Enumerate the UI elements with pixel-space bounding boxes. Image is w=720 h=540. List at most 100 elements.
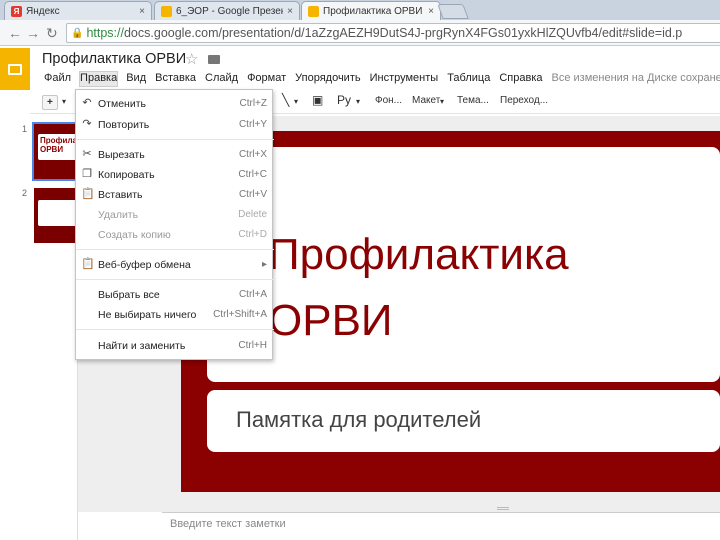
font-style-button[interactable]: Ру: [337, 93, 351, 107]
menu-divider: [76, 329, 274, 330]
menu-insert[interactable]: Вставка: [155, 72, 196, 86]
forward-arrow-icon[interactable]: →: [26, 25, 40, 41]
menu-item-shortcut: Ctrl+Z: [239, 98, 268, 109]
tab-label: Профилактика ОРВИ - G: [323, 5, 424, 17]
menu-item-cut[interactable]: ✂ Вырезать Ctrl+X: [76, 147, 274, 163]
menu-file[interactable]: Файл: [44, 72, 71, 86]
close-icon[interactable]: ×: [287, 6, 293, 17]
menu-item-label: Не выбирать ничего: [98, 309, 197, 321]
menu-item-shortcut: Ctrl+A: [238, 289, 267, 300]
menu-item-label: Повторить: [98, 119, 150, 131]
paste-icon: 📋: [81, 188, 95, 200]
transition-button[interactable]: Переход...: [500, 95, 548, 106]
browser-tab-orvi[interactable]: Профилактика ОРВИ - G ×: [301, 1, 441, 20]
menu-edit[interactable]: Правка: [79, 71, 119, 87]
slide-number: 2: [22, 188, 28, 198]
thumbnail-title: [38, 200, 79, 226]
menu-item-label: Вырезать: [98, 149, 145, 161]
browser-tab-yandex[interactable]: Я Яндекс ×: [4, 1, 152, 20]
menu-item-label: Вставить: [98, 189, 143, 201]
slides-logo-icon[interactable]: [0, 48, 30, 90]
back-arrow-icon[interactable]: ←: [8, 25, 22, 41]
menu-tools[interactable]: Инструменты: [370, 72, 439, 86]
thumbnail-title: Профилактика ОРВИ: [38, 134, 79, 160]
web-clipboard-icon: 📋: [81, 258, 95, 270]
menu-item-shortcut: Ctrl+Shift+A: [213, 309, 267, 320]
folder-icon[interactable]: [208, 55, 220, 64]
comment-icon[interactable]: ▣: [312, 93, 323, 107]
menu-bar: Файл Правка Вид Вставка Слайд Формат Упо…: [44, 71, 720, 87]
menu-slide[interactable]: Слайд: [205, 72, 238, 86]
chevron-down-icon[interactable]: ▾: [356, 97, 360, 106]
chevron-down-icon[interactable]: ▾: [440, 97, 444, 106]
undo-icon: ↶: [82, 97, 92, 109]
browser-tab-strip: Я Яндекс × 6_ЭОР - Google Презента × Про…: [0, 0, 720, 20]
menu-item-copy[interactable]: ❐ Копировать Ctrl+C: [76, 167, 274, 183]
lock-icon: 🔒: [71, 27, 84, 39]
address-bar: ← → ↻ 🔒 https:// docs.google.com/present…: [0, 20, 720, 46]
menu-item-shortcut: Ctrl+C: [238, 169, 267, 180]
slides-favicon: [161, 5, 172, 17]
menu-item-label: Веб-буфер обмена: [98, 259, 191, 271]
url-scheme: https://: [86, 26, 124, 40]
menu-item-redo[interactable]: ↷ Повторить Ctrl+Y: [76, 117, 274, 133]
menu-item-shortcut: Delete: [238, 209, 267, 220]
slide-thumbnail-2[interactable]: [34, 188, 79, 243]
menu-item-label: Найти и заменить: [98, 340, 186, 352]
submenu-arrow-icon: ▸: [261, 259, 267, 270]
browser-tab-eor[interactable]: 6_ЭОР - Google Презента ×: [154, 1, 300, 20]
notes-resize-handle[interactable]: [497, 507, 509, 510]
url-text: docs.google.com/presentation/d/1aZzgAEZH…: [123, 26, 683, 40]
slide-title[interactable]: Профилактика ОРВИ: [268, 222, 569, 354]
menu-item-delete[interactable]: Удалить Delete: [76, 207, 274, 223]
menu-item-label: Отменить: [98, 98, 146, 110]
menu-item-duplicate[interactable]: Создать копию Ctrl+D: [76, 227, 274, 243]
tab-label: Яндекс: [26, 5, 60, 17]
document-title[interactable]: Профилактика ОРВИ: [42, 51, 186, 67]
theme-button[interactable]: Тема...: [457, 95, 489, 106]
menu-item-shortcut: Ctrl+D: [238, 229, 267, 240]
chevron-down-icon[interactable]: ▾: [294, 97, 298, 106]
close-icon[interactable]: ×: [428, 6, 434, 17]
menu-table[interactable]: Таблица: [447, 72, 490, 86]
add-slide-button[interactable]: +: [42, 95, 58, 110]
notes-placeholder: Введите текст заметки: [170, 518, 286, 530]
menu-item-label: Создать копию: [98, 229, 171, 241]
edit-menu-dropdown: ↶ Отменить Ctrl+Z ↷ Повторить Ctrl+Y ✂ В…: [75, 89, 274, 360]
menu-help[interactable]: Справка: [499, 72, 542, 86]
menu-item-shortcut: Ctrl+Y: [238, 119, 267, 130]
layout-button[interactable]: Макет: [412, 95, 440, 106]
speaker-notes[interactable]: Введите текст заметки: [162, 512, 720, 540]
menu-item-label: Выбрать все: [98, 289, 160, 301]
menu-item-shortcut: Ctrl+X: [238, 149, 267, 160]
menu-item-shortcut: Ctrl+H: [238, 340, 267, 351]
slides-favicon: [308, 5, 319, 17]
slide-filmstrip: 1 Профилактика ОРВИ 2: [0, 116, 81, 540]
menu-item-web-clipboard[interactable]: 📋 Веб-буфер обмена ▸: [76, 257, 274, 273]
menu-view[interactable]: Вид: [126, 72, 146, 86]
menu-format[interactable]: Формат: [247, 72, 286, 86]
menu-divider: [76, 139, 274, 140]
slide-thumbnail-1[interactable]: Профилактика ОРВИ: [32, 122, 81, 181]
menu-item-undo[interactable]: ↶ Отменить Ctrl+Z: [76, 96, 274, 112]
background-button[interactable]: Фон...: [375, 95, 402, 106]
chevron-down-icon[interactable]: ▾: [62, 97, 66, 106]
menu-item-select-none[interactable]: Не выбирать ничего Ctrl+Shift+A: [76, 307, 274, 323]
menu-item-find-replace[interactable]: Найти и заменить Ctrl+H: [76, 338, 274, 354]
slide-title-line: Профилактика: [268, 230, 569, 279]
reload-icon[interactable]: ↻: [46, 25, 58, 42]
slide-title-line: ОРВИ: [268, 296, 393, 345]
menu-item-label: Удалить: [98, 209, 139, 221]
menu-item-select-all[interactable]: Выбрать все Ctrl+A: [76, 287, 274, 303]
menu-divider: [76, 249, 274, 250]
url-input[interactable]: 🔒 https:// docs.google.com/presentation/…: [66, 23, 720, 43]
line-icon[interactable]: ╲: [282, 93, 289, 107]
save-status[interactable]: Все изменения на Диске сохранены: [552, 72, 720, 86]
slide-subtitle[interactable]: Памятка для родителей: [236, 407, 481, 433]
menu-arrange[interactable]: Упорядочить: [295, 72, 360, 86]
close-icon[interactable]: ×: [139, 6, 145, 17]
tab-label: 6_ЭОР - Google Презента: [176, 5, 283, 17]
new-tab-button[interactable]: [437, 4, 469, 19]
star-icon[interactable]: ☆: [185, 50, 198, 68]
menu-item-paste[interactable]: 📋 Вставить Ctrl+V: [76, 187, 274, 203]
